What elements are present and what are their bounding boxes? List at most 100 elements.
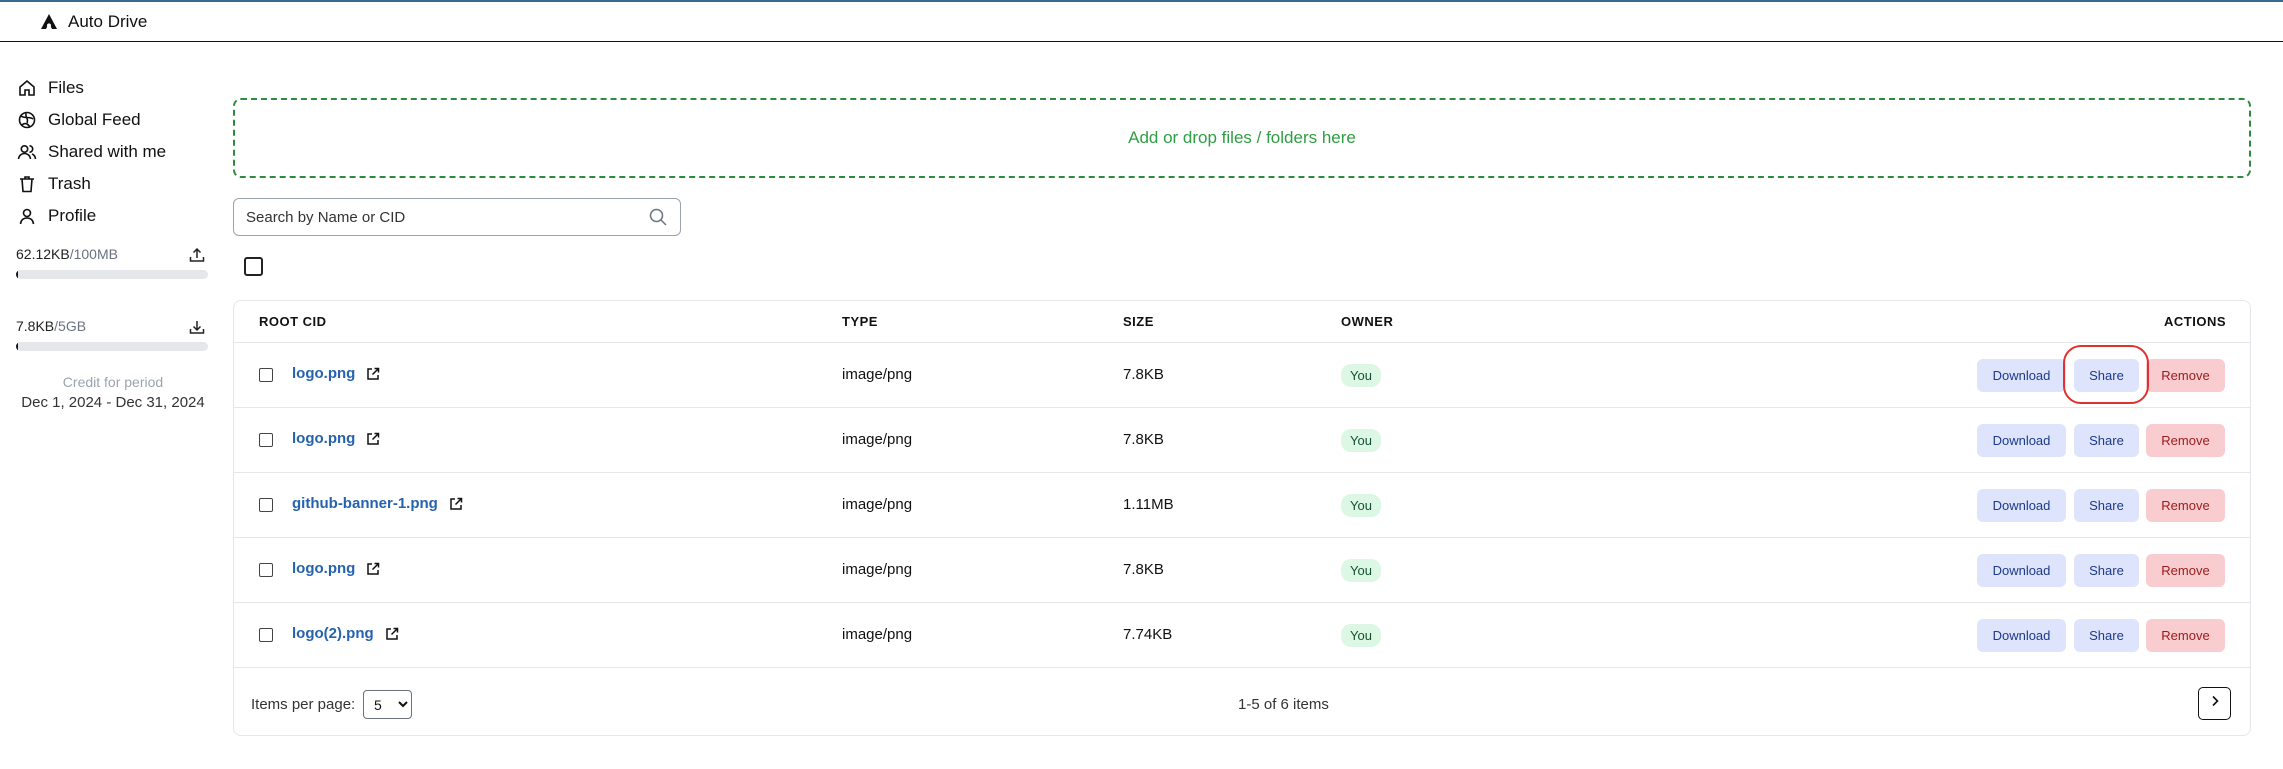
file-name-link[interactable]: logo.png [292, 430, 381, 447]
upload-quota-text: 62.12KB/100MB [16, 246, 118, 262]
sidebar-item-files[interactable]: Files [16, 72, 210, 104]
download-icon [188, 318, 206, 336]
share-button[interactable]: Share [2074, 554, 2139, 587]
owner-badge: You [1341, 494, 1381, 517]
share-button[interactable]: Share [2074, 359, 2139, 392]
sidebar-item-global-feed[interactable]: Global Feed [16, 104, 210, 136]
search-icon[interactable] [648, 207, 668, 227]
header-owner[interactable]: OWNER [1341, 314, 1393, 329]
sidebar-item-profile[interactable]: Profile [16, 200, 210, 232]
download-button[interactable]: Download [1977, 554, 2066, 587]
dropzone-label: Add or drop files / folders here [1128, 128, 1356, 147]
user-icon [16, 205, 38, 227]
file-dropzone[interactable]: Add or drop files / folders here [233, 98, 2251, 178]
file-size: 7.8KB [1123, 561, 1164, 578]
file-type: image/png [842, 496, 913, 513]
items-per-page-select[interactable]: 5 [363, 690, 412, 719]
owner-badge: You [1341, 624, 1381, 647]
share-button[interactable]: Share [2074, 619, 2139, 652]
file-name-link[interactable]: logo.png [292, 560, 381, 577]
file-type: image/png [842, 626, 913, 643]
external-link-icon[interactable] [365, 366, 381, 382]
download-button[interactable]: Download [1977, 424, 2066, 457]
row-checkbox[interactable] [259, 498, 273, 512]
external-link-icon[interactable] [365, 561, 381, 577]
remove-button[interactable]: Remove [2146, 424, 2225, 457]
credit-period: Dec 1, 2024 - Dec 31, 2024 [21, 394, 205, 411]
share-button[interactable]: Share [2074, 424, 2139, 457]
sidebar-item-label: Shared with me [48, 142, 167, 161]
file-name-link[interactable]: logo(2).png [292, 625, 400, 642]
download-button[interactable]: Download [1977, 359, 2066, 392]
row-checkbox[interactable] [259, 433, 273, 447]
file-size: 7.8KB [1123, 431, 1164, 448]
row-checkbox[interactable] [259, 563, 273, 577]
table-row: logo.png image/png 7.8KB You Download Sh… [234, 408, 2250, 473]
download-button[interactable]: Download [1977, 619, 2066, 652]
header-root-cid[interactable]: ROOT CID [259, 314, 327, 329]
sidebar-item-label: Global Feed [48, 110, 141, 129]
row-checkbox[interactable] [259, 628, 273, 642]
header-size[interactable]: SIZE [1123, 314, 1154, 329]
file-type: image/png [842, 366, 913, 383]
select-all-checkbox[interactable] [244, 257, 263, 276]
file-type: image/png [842, 431, 913, 448]
chevron-right-icon [2208, 694, 2222, 713]
table-row: logo(2).png image/png 7.74KB You Downloa… [234, 603, 2250, 668]
row-checkbox[interactable] [259, 368, 273, 382]
pagination: Items per page: 5 1-5 of 6 items [234, 673, 2250, 737]
external-link-icon[interactable] [365, 431, 381, 447]
download-quota: 7.8KB/5GB [16, 318, 210, 376]
download-button[interactable]: Download [1977, 489, 2066, 522]
download-quota-text: 7.8KB/5GB [16, 318, 87, 334]
file-size: 1.11MB [1123, 496, 1174, 513]
search-box[interactable] [233, 198, 681, 236]
upload-quota: 62.12KB/100MB [16, 246, 210, 304]
download-quota-bar [16, 342, 208, 351]
download-quota-fill [16, 342, 18, 351]
file-name-link[interactable]: logo.png [292, 365, 381, 382]
trash-icon [16, 173, 38, 195]
items-per-page-label: Items per page: [251, 696, 356, 713]
remove-button[interactable]: Remove [2146, 619, 2225, 652]
sidebar-item-label: Files [48, 78, 84, 97]
owner-badge: You [1341, 364, 1381, 387]
app-title: Auto Drive [68, 11, 148, 31]
sidebar-item-label: Profile [48, 206, 97, 225]
owner-badge: You [1341, 429, 1381, 452]
credit-label: Credit for period [62, 374, 164, 390]
sidebar-item-trash[interactable]: Trash [16, 168, 210, 200]
remove-button[interactable]: Remove [2146, 489, 2225, 522]
credit-period-info: Credit for period Dec 1, 2024 - Dec 31, … [16, 374, 210, 411]
share-button[interactable]: Share [2074, 489, 2139, 522]
upload-icon [188, 246, 206, 264]
owner-badge: You [1341, 559, 1381, 582]
auto-drive-logo-icon [40, 13, 58, 31]
remove-button[interactable]: Remove [2146, 359, 2225, 392]
file-size: 7.74KB [1123, 626, 1173, 643]
remove-button[interactable]: Remove [2146, 554, 2225, 587]
file-name-link[interactable]: github-banner-1.png [292, 495, 464, 512]
sidebar-item-label: Trash [48, 174, 91, 193]
table-row: logo.png image/png 7.8KB You Download Sh… [234, 538, 2250, 603]
globe-icon [16, 109, 38, 131]
table-header: ROOT CID TYPE SIZE OWNER ACTIONS [234, 301, 2250, 343]
external-link-icon[interactable] [384, 626, 400, 642]
file-type: image/png [842, 561, 913, 578]
top-bar: Auto Drive [0, 2, 2283, 42]
files-table: ROOT CID TYPE SIZE OWNER ACTIONS logo.pn… [233, 300, 2251, 736]
next-page-button[interactable] [2198, 687, 2231, 720]
upload-quota-bar [16, 270, 208, 279]
table-row: github-banner-1.png image/png 1.11MB You… [234, 473, 2250, 538]
pagination-range: 1-5 of 6 items [1238, 696, 1329, 713]
home-icon [16, 77, 38, 99]
sidebar-item-shared-with-me[interactable]: Shared with me [16, 136, 210, 168]
external-link-icon[interactable] [448, 496, 464, 512]
header-type[interactable]: TYPE [842, 314, 878, 329]
file-size: 7.8KB [1123, 366, 1164, 383]
search-input[interactable] [246, 208, 648, 226]
table-row: logo.png image/png 7.8KB You Download Sh… [234, 343, 2250, 408]
sidebar: Files Global Feed Shared with me Trash P… [16, 72, 210, 411]
upload-quota-fill [16, 270, 18, 279]
users-icon [16, 141, 38, 163]
